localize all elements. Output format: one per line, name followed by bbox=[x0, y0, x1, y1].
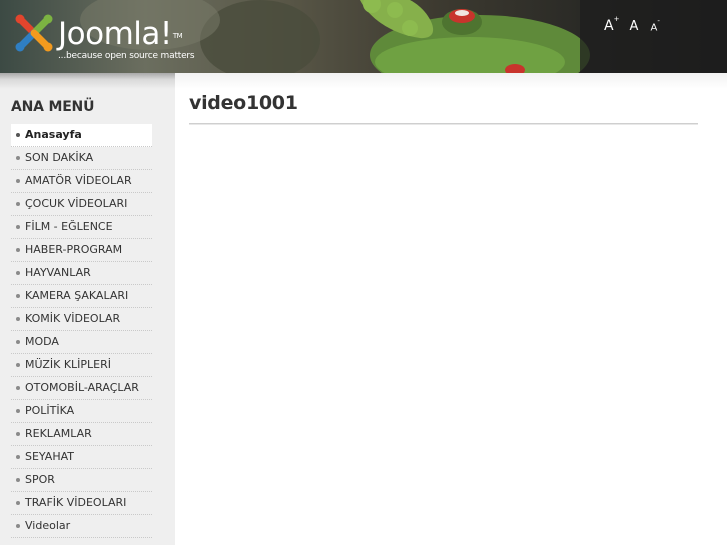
menu-item[interactable]: REKLAMLAR bbox=[11, 423, 152, 446]
bullet-icon bbox=[16, 409, 20, 413]
menu-item-label: FİLM - EĞLENCE bbox=[25, 220, 113, 233]
menu-item-label: Videolar bbox=[25, 519, 71, 532]
menu-item-label: AMATÖR VİDEOLAR bbox=[25, 174, 132, 187]
font-decrease-button[interactable]: A- bbox=[651, 16, 660, 33]
bullet-icon bbox=[16, 501, 20, 505]
menu-item-label: POLİTİKA bbox=[25, 404, 75, 417]
menu-item[interactable]: TRAFİK VİDEOLARI bbox=[11, 492, 152, 515]
font-increase-label: A bbox=[604, 18, 614, 34]
bullet-icon bbox=[16, 133, 20, 137]
font-increase-sup: + bbox=[613, 15, 620, 24]
bullet-icon bbox=[16, 340, 20, 344]
joomla-logo-icon bbox=[15, 14, 53, 52]
bullet-icon bbox=[16, 524, 20, 528]
main-menu: Anasayfa SON DAKİKA AMATÖR VİDEOLAR ÇOCUK V… bbox=[11, 124, 152, 538]
menu-item-label: REKLAMLAR bbox=[25, 427, 92, 440]
menu-item[interactable]: ÇOCUK VİDEOLARI bbox=[11, 193, 152, 216]
bullet-icon bbox=[16, 317, 20, 321]
bullet-icon bbox=[16, 271, 20, 275]
page-title: video1001 bbox=[189, 92, 298, 114]
menu-item-label: HABER-PROGRAM bbox=[25, 243, 123, 256]
menu-item[interactable]: FİLM - EĞLENCE bbox=[11, 216, 152, 239]
bullet-icon bbox=[16, 455, 20, 459]
menu-item-label: KAMERA ŞAKALARI bbox=[25, 289, 129, 302]
menu-item[interactable]: Anasayfa bbox=[11, 124, 152, 147]
sidebar: ANA MENÜ Anasayfa SON DAKİKA AMATÖR VİDEOL… bbox=[0, 89, 175, 545]
menu-item-label: TRAFİK VİDEOLARI bbox=[25, 496, 127, 509]
menu-item-label: SPOR bbox=[25, 473, 55, 486]
bullet-icon bbox=[16, 248, 20, 252]
menu-item-label: OTOMOBİL-ARAÇLAR bbox=[25, 381, 139, 394]
logo-wordmark: Joomla!TM bbox=[58, 16, 183, 52]
menu-item[interactable]: SPOR bbox=[11, 469, 152, 492]
menu-item-label: Anasayfa bbox=[25, 128, 82, 141]
menu-item[interactable]: SEYAHAT bbox=[11, 446, 152, 469]
menu-item-label: KOMİK VİDEOLAR bbox=[25, 312, 121, 325]
bullet-icon bbox=[16, 156, 20, 160]
bullet-icon bbox=[16, 225, 20, 229]
logo-word-text: Joomla! bbox=[58, 16, 172, 52]
bullet-icon bbox=[16, 478, 20, 482]
menu-item[interactable]: HABER-PROGRAM bbox=[11, 239, 152, 262]
title-divider bbox=[189, 123, 698, 125]
menu-item[interactable]: HAYVANLAR bbox=[11, 262, 152, 285]
bullet-icon bbox=[16, 202, 20, 206]
font-increase-button[interactable]: A+ bbox=[604, 15, 620, 34]
menu-item-label: SON DAKİKA bbox=[25, 151, 94, 164]
menu-item[interactable]: MÜZİK KLİPLERİ bbox=[11, 354, 152, 377]
menu-item-label: ÇOCUK VİDEOLARI bbox=[25, 197, 128, 210]
bullet-icon bbox=[16, 432, 20, 436]
logo-trademark: TM bbox=[172, 32, 183, 40]
sidebar-top-shade bbox=[0, 73, 175, 89]
font-reset-button[interactable]: A bbox=[630, 19, 639, 34]
bullet-icon bbox=[16, 386, 20, 390]
logo-tagline: ...because open source matters bbox=[58, 51, 195, 61]
bullet-icon bbox=[16, 179, 20, 183]
joomla-logo[interactable]: Joomla!TM ...because open source matters bbox=[14, 13, 214, 63]
bullet-icon bbox=[16, 363, 20, 367]
font-decrease-sup: - bbox=[657, 16, 660, 25]
menu-item-label: MÜZİK KLİPLERİ bbox=[25, 358, 112, 371]
menu-item[interactable]: SON DAKİKA bbox=[11, 147, 152, 170]
menu-item[interactable]: POLİTİKA bbox=[11, 400, 152, 423]
menu-item[interactable]: Videolar bbox=[11, 515, 152, 538]
menu-item-label: HAYVANLAR bbox=[25, 266, 91, 279]
menu-item[interactable]: KAMERA ŞAKALARI bbox=[11, 285, 152, 308]
menu-item[interactable]: MODA bbox=[11, 331, 152, 354]
main-menu-title: ANA MENÜ bbox=[11, 99, 95, 115]
menu-item[interactable]: AMATÖR VİDEOLAR bbox=[11, 170, 152, 193]
menu-item-label: MODA bbox=[25, 335, 59, 348]
site-header: Joomla!TM ...because open source matters… bbox=[0, 0, 727, 73]
menu-item[interactable]: KOMİK VİDEOLAR bbox=[11, 308, 152, 331]
font-size-controls: A+ A A- bbox=[604, 15, 660, 34]
menu-item-label: SEYAHAT bbox=[25, 450, 74, 463]
menu-item[interactable]: OTOMOBİL-ARAÇLAR bbox=[11, 377, 152, 400]
bullet-icon bbox=[16, 294, 20, 298]
